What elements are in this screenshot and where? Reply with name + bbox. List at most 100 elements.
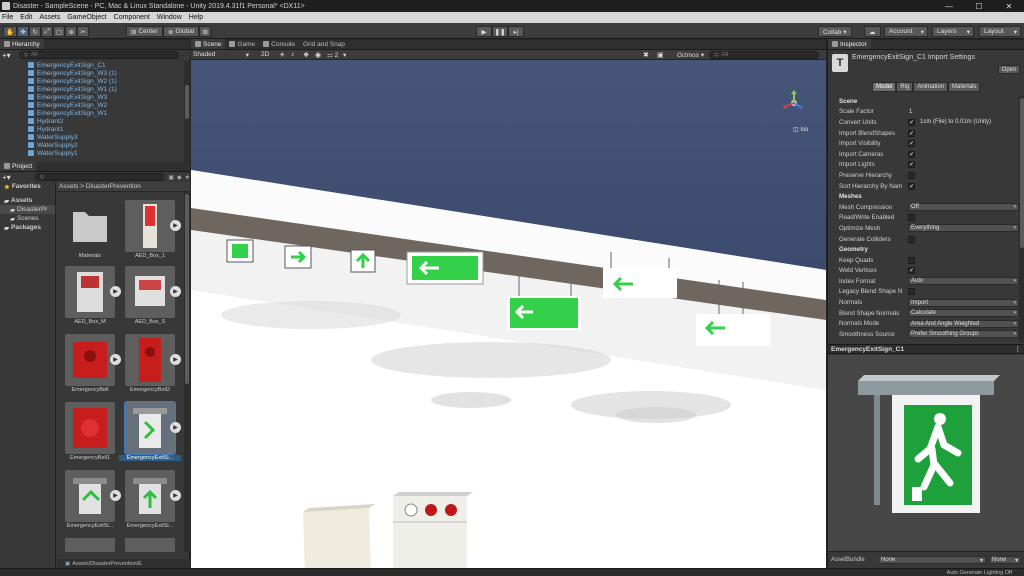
more-icon[interactable]: ⋮ [1015, 345, 1022, 353]
pause-button[interactable]: ❚❚ [492, 26, 508, 37]
effects-icon[interactable]: ❖ [303, 51, 309, 59]
property-checkbox[interactable] [908, 288, 915, 296]
property-checkbox[interactable]: ✓ [908, 140, 915, 148]
hierarchy-search-input[interactable]: ⚲ All [18, 51, 179, 59]
model-preview[interactable] [828, 355, 1024, 551]
tab-inspector[interactable]: Inspector [828, 39, 871, 49]
play-icon[interactable]: ▶ [110, 354, 121, 365]
property-dropdown[interactable]: Prefer Smoothing Groups ▾ [908, 330, 1019, 339]
create-plus-icon[interactable]: +▾ [2, 51, 11, 60]
menu-assets[interactable]: Assets [39, 14, 60, 21]
lighting-icon[interactable]: ☀ [279, 51, 285, 59]
play-icon[interactable]: ▶ [110, 490, 121, 501]
rotate-tool-icon[interactable]: ↻ [29, 26, 42, 37]
project-scrollbar[interactable] [184, 192, 190, 552]
layers-dropdown[interactable]: Layers ▾ [932, 26, 974, 37]
close-button[interactable]: ✕ [994, 0, 1024, 12]
custom-tool-icon[interactable]: ✂ [77, 26, 90, 37]
property-checkbox[interactable] [908, 214, 915, 222]
hierarchy-item[interactable]: Hydrant1 [0, 125, 184, 133]
scrollbar-thumb[interactable] [185, 194, 189, 384]
property-checkbox[interactable] [908, 171, 915, 179]
tab-animation[interactable]: Animation [913, 82, 949, 92]
projection-label[interactable]: ◫ Iso [793, 126, 808, 133]
account-dropdown[interactable]: Account ▾ [884, 26, 928, 37]
camera-icon[interactable]: ▣ [657, 51, 664, 59]
hierarchy-item[interactable]: Hydrant2 [0, 117, 184, 125]
hierarchy-item[interactable]: EmergencyExitSign_W2 (1) [0, 77, 184, 85]
create-plus-icon[interactable]: +▾ [2, 173, 11, 182]
rect-tool-icon[interactable]: ▢ [53, 26, 66, 37]
hierarchy-item[interactable]: WaterSupply1 [0, 149, 184, 157]
play-button[interactable]: ▶ [476, 26, 492, 37]
play-icon[interactable]: ▶ [170, 422, 181, 433]
assetbundle-dropdown[interactable]: None ▾ [878, 556, 986, 564]
tab-game[interactable]: Game [225, 39, 259, 49]
property-dropdown[interactable]: Off ▾ [908, 203, 1019, 212]
tab-scene[interactable]: Scene [191, 39, 226, 49]
scale-tool-icon[interactable]: ⤢ [41, 26, 54, 37]
menu-gameobject[interactable]: GameObject [67, 14, 106, 21]
scrollbar-thumb[interactable] [1020, 98, 1024, 248]
hierarchy-item[interactable]: EmergencyExitSign_W1 (1) [0, 85, 184, 93]
hierarchy-item[interactable]: EmergencyExitSign_W2 [0, 101, 184, 109]
menu-file[interactable]: File [2, 14, 13, 21]
chevron-down-icon[interactable]: ▾ [343, 51, 346, 59]
tab-hierarchy[interactable]: Hierarchy [0, 39, 44, 49]
gizmos-dropdown[interactable]: Gizmos ▾ [677, 51, 704, 59]
tree-scenes[interactable]: ▰ Scenes [0, 214, 55, 223]
orientation-gizmo[interactable] [779, 88, 809, 118]
property-checkbox[interactable]: ✓ [908, 267, 915, 275]
move-tool-icon[interactable]: ✥ [17, 26, 30, 37]
hierarchy-item[interactable]: WaterSupply2 [0, 141, 184, 149]
pivot-center-button[interactable]: ⊞ Center [126, 26, 163, 37]
audio-icon[interactable]: ♪ [291, 51, 295, 58]
play-icon[interactable]: ▶ [170, 220, 181, 231]
pivot-global-button[interactable]: ⊗ Global [162, 26, 200, 37]
hidden-objects-icon[interactable]: ◉ [315, 51, 321, 59]
tab-model[interactable]: Model [872, 82, 897, 92]
step-button[interactable]: ▸| [508, 26, 524, 37]
cloud-icon[interactable]: ☁ [864, 26, 881, 37]
inspector-scrollbar[interactable] [1019, 96, 1024, 342]
scene-viewport[interactable]: ◫ Iso [191, 60, 826, 568]
tab-project[interactable]: Project [0, 161, 37, 171]
property-dropdown[interactable]: Everything ▾ [908, 224, 1019, 233]
toggle-2d-button[interactable]: 2D [261, 51, 269, 58]
tree-favorites[interactable]: ★ Favorites [0, 182, 55, 191]
tree-assets[interactable]: ▰ Assets [0, 196, 55, 205]
menu-help[interactable]: Help [189, 14, 203, 21]
filter-icon[interactable]: ▣ [168, 174, 174, 181]
tab-materials[interactable]: Materials [948, 82, 981, 92]
collab-button[interactable]: Collab ▾ [818, 26, 852, 37]
tree-packages[interactable]: ▰ Packages [0, 223, 55, 232]
hierarchy-item[interactable]: EmergencyExitSign_W3 (1) [0, 69, 184, 77]
play-icon[interactable]: ▶ [170, 490, 181, 501]
maximize-button[interactable]: ☐ [964, 0, 994, 12]
scrollbar-thumb[interactable] [185, 85, 189, 119]
star-icon[interactable]: ★ [185, 174, 190, 181]
play-icon[interactable]: ▶ [110, 286, 121, 297]
property-dropdown[interactable]: Import ▾ [908, 298, 1019, 307]
open-button[interactable]: Open [998, 65, 1020, 74]
hierarchy-scrollbar[interactable] [184, 61, 190, 162]
tab-console[interactable]: Console [259, 39, 299, 49]
project-search-input[interactable]: ⚲ [34, 173, 165, 181]
property-dropdown[interactable]: Calculate ▾ [908, 309, 1019, 318]
tab-rig[interactable]: Rig [896, 82, 914, 92]
property-dropdown[interactable]: Auto ▾ [908, 277, 1019, 286]
tree-disasterprevention[interactable]: ▰ DisasterPr [0, 205, 55, 214]
hierarchy-item[interactable]: EmergencyExitSign_C1 [0, 61, 184, 69]
label-icon[interactable]: ◆ [177, 174, 182, 181]
property-text-field[interactable]: 1 [909, 109, 912, 115]
hierarchy-item[interactable]: EmergencyExitSign_W1 [0, 109, 184, 117]
property-checkbox[interactable]: ✓ [908, 150, 915, 158]
property-checkbox[interactable]: ✓ [908, 118, 915, 126]
property-checkbox[interactable]: ✓ [908, 129, 915, 137]
property-checkbox[interactable]: ✓ [908, 182, 915, 190]
hierarchy-item[interactable]: WaterSupply3 [0, 133, 184, 141]
menu-component[interactable]: Component [114, 14, 150, 21]
minimize-button[interactable]: — [934, 0, 964, 12]
property-dropdown[interactable]: Area And Angle Weighted ▾ [908, 319, 1019, 328]
assetbundle-variant-dropdown[interactable]: None ▾ [989, 556, 1021, 564]
